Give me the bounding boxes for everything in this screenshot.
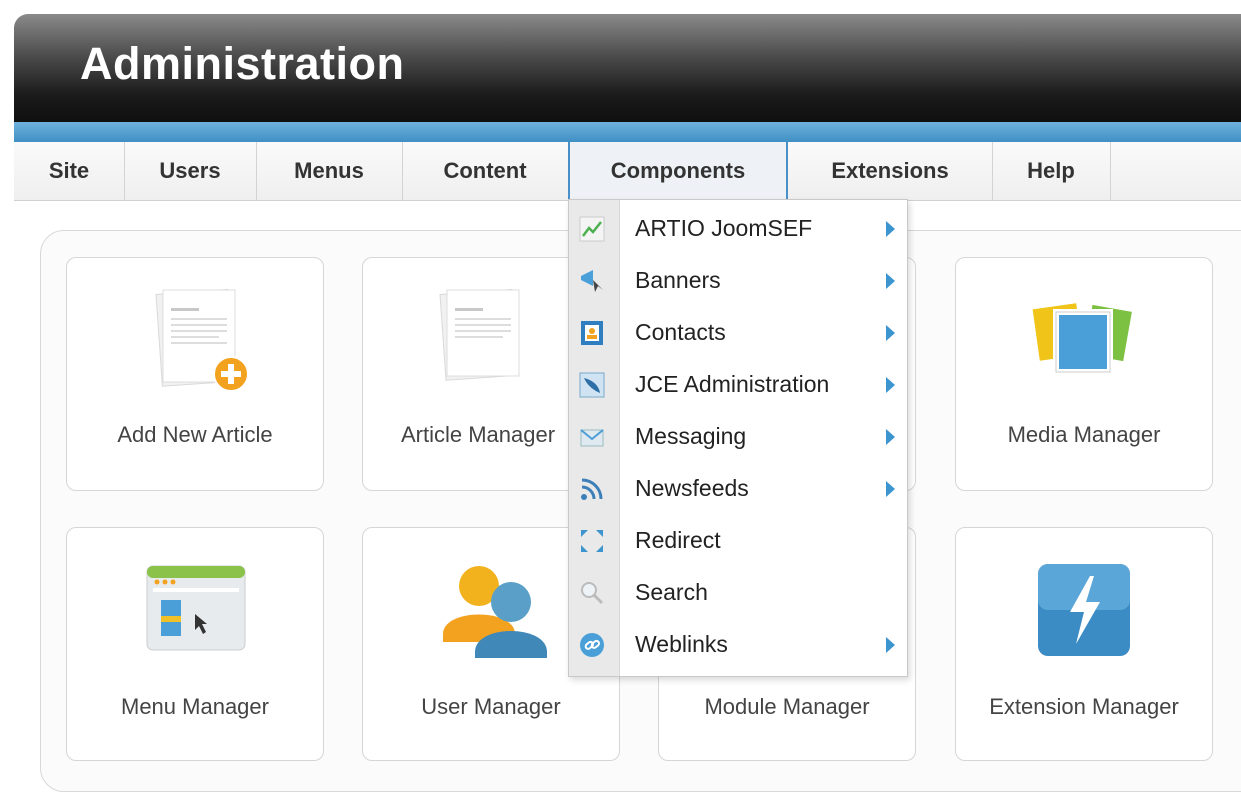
submenu-arrow-icon <box>886 273 895 289</box>
dropdown-item-label: Messaging <box>635 423 747 449</box>
article-icon <box>437 286 537 391</box>
tile-menu-manager[interactable]: Menu Manager <box>66 527 324 761</box>
dropdown-item-label: Newsfeeds <box>635 475 749 501</box>
dropdown-item-label: JCE Administration <box>635 371 830 397</box>
dropdown-item-search[interactable]: Search <box>569 566 907 618</box>
chart-icon <box>579 216 605 242</box>
dropdown-item-contacts[interactable]: Contacts <box>569 306 907 358</box>
extension-icon <box>1034 562 1134 663</box>
header-bar: Administration <box>14 14 1241 122</box>
dropdown-item-weblinks[interactable]: Weblinks <box>569 618 907 670</box>
submenu-arrow-icon <box>886 429 895 445</box>
tile-add-new-article[interactable]: Add New Article <box>66 257 324 491</box>
dropdown-item-label: Redirect <box>635 527 721 553</box>
tile-label: Add New Article <box>117 422 273 447</box>
banner-icon <box>579 268 605 294</box>
tile-label: User Manager <box>421 694 561 719</box>
contacts-icon <box>579 320 605 346</box>
dropdown-item-artio-joomsef[interactable]: ARTIO JoomSEF <box>569 202 907 254</box>
menu-manager-icon <box>145 562 249 663</box>
dropdown-item-banners[interactable]: Banners <box>569 254 907 306</box>
quill-icon <box>579 372 605 398</box>
submenu-arrow-icon <box>886 637 895 653</box>
tile-media-manager[interactable]: Media Manager <box>955 257 1213 491</box>
submenu-arrow-icon <box>886 325 895 341</box>
dropdown-item-label: Banners <box>635 267 721 293</box>
tile-label: Extension Manager <box>989 694 1179 719</box>
menu-users[interactable]: Users <box>124 142 257 200</box>
tile-label: Module Manager <box>704 694 870 719</box>
media-icon <box>1028 294 1138 389</box>
main-menu: Site Users Menus Content Components Exte… <box>14 142 1241 201</box>
tile-label: Media Manager <box>1007 422 1161 447</box>
menu-extensions[interactable]: Extensions <box>788 142 993 200</box>
dropdown-item-redirect[interactable]: Redirect <box>569 514 907 566</box>
menu-components[interactable]: Components <box>568 142 788 200</box>
rss-icon <box>579 476 605 502</box>
header-accent-bar <box>14 122 1241 142</box>
components-dropdown: ARTIO JoomSEF Banners Contacts JCE Admin… <box>568 199 908 677</box>
page-title: Administration <box>80 38 405 89</box>
admin-window: Administration Site Users Menus Content … <box>14 14 1241 792</box>
dropdown-item-newsfeeds[interactable]: Newsfeeds <box>569 462 907 514</box>
add-article-icon <box>153 286 253 401</box>
link-icon <box>579 632 605 658</box>
dropdown-item-label: Search <box>635 579 708 605</box>
submenu-arrow-icon <box>886 221 895 237</box>
menu-content[interactable]: Content <box>402 142 569 200</box>
menu-site[interactable]: Site <box>14 142 125 200</box>
users-icon <box>439 556 549 665</box>
dropdown-item-label: Weblinks <box>635 631 728 657</box>
envelope-icon <box>579 424 605 450</box>
tile-label: Menu Manager <box>121 694 269 719</box>
redirect-icon <box>579 528 605 554</box>
menu-menus[interactable]: Menus <box>256 142 403 200</box>
magnifier-icon <box>579 580 605 606</box>
submenu-arrow-icon <box>886 481 895 497</box>
dropdown-item-label: ARTIO JoomSEF <box>635 215 813 241</box>
dropdown-item-jce-administration[interactable]: JCE Administration <box>569 358 907 410</box>
tile-extension-manager[interactable]: Extension Manager <box>955 527 1213 761</box>
menu-help[interactable]: Help <box>992 142 1111 200</box>
dropdown-item-messaging[interactable]: Messaging <box>569 410 907 462</box>
dropdown-item-label: Contacts <box>635 319 726 345</box>
submenu-arrow-icon <box>886 377 895 393</box>
